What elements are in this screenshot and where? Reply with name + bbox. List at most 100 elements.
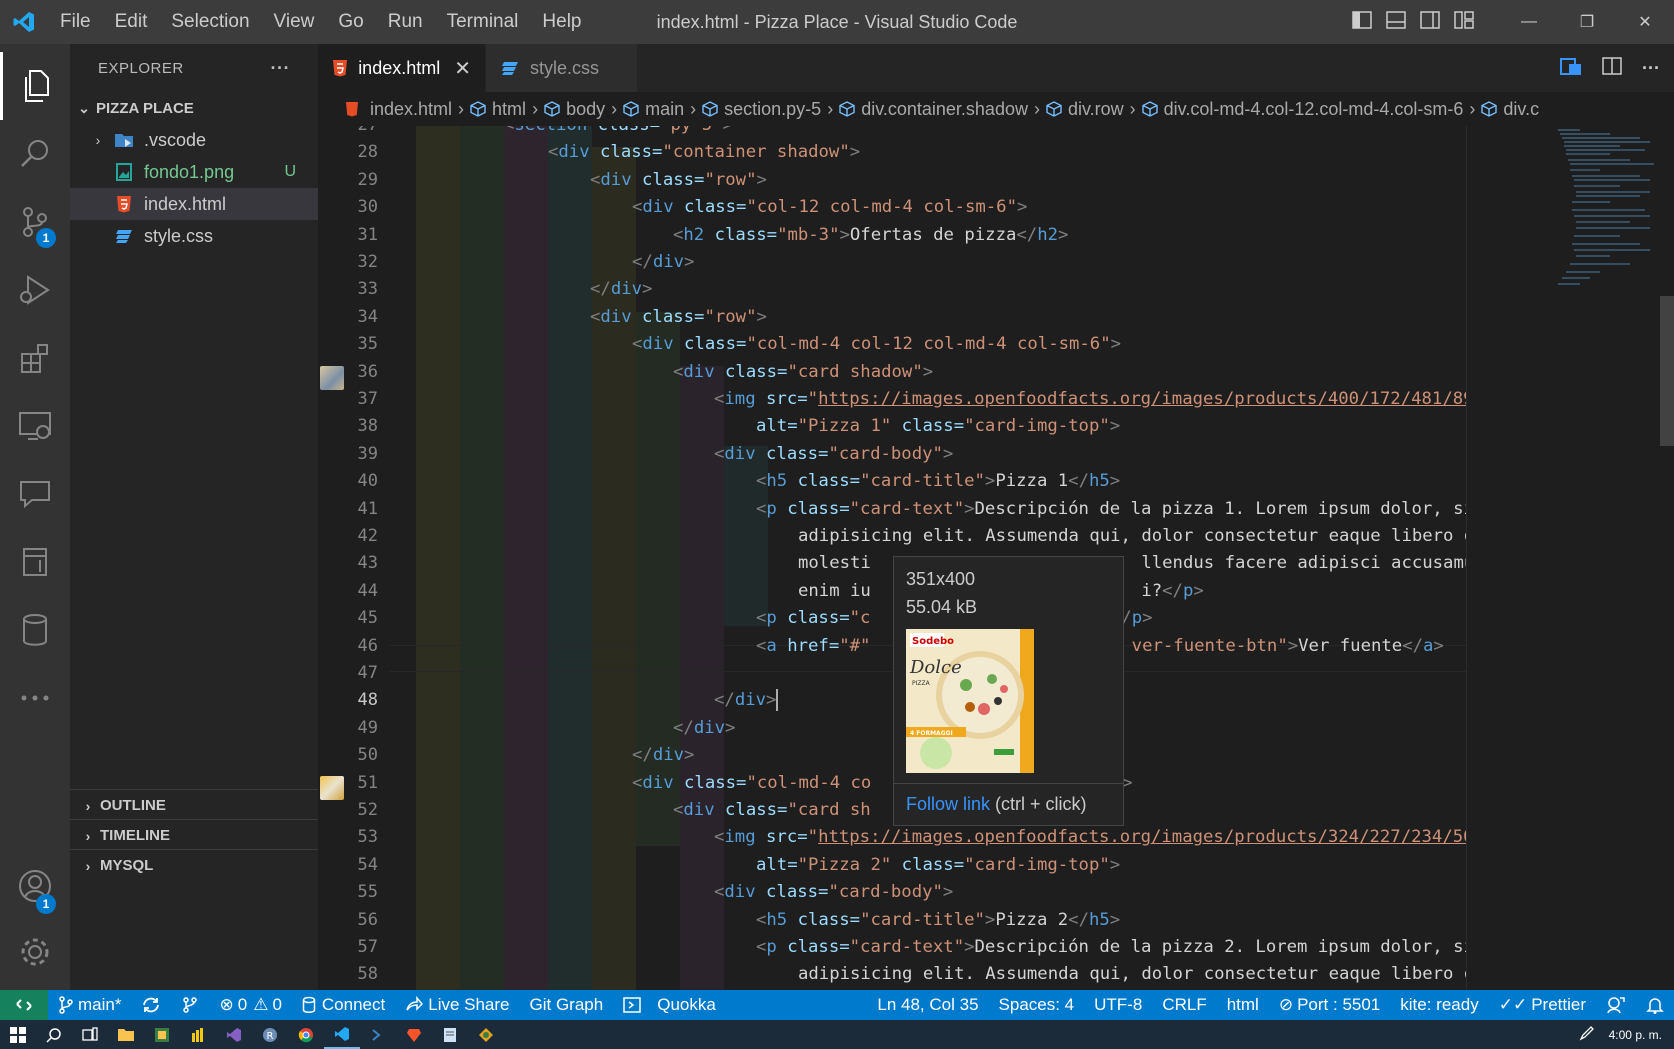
- notifications-bell-icon[interactable]: [1636, 990, 1674, 1020]
- breadcrumb-body[interactable]: › body: [526, 99, 605, 120]
- menu-go[interactable]: Go: [326, 11, 375, 33]
- tab-label: style.css: [530, 57, 600, 78]
- more-icon[interactable]: [0, 664, 70, 732]
- menu-edit[interactable]: Edit: [103, 11, 160, 33]
- cursor-position[interactable]: Ln 48, Col 35: [867, 990, 988, 1020]
- database-icon[interactable]: [0, 596, 70, 664]
- menu-view[interactable]: View: [262, 11, 327, 33]
- mysql-section[interactable]: › MYSQL: [70, 849, 318, 881]
- tab-index-html[interactable]: index.html ✕: [318, 44, 486, 92]
- task-view-icon[interactable]: [72, 1020, 108, 1049]
- powershell-icon[interactable]: [360, 1020, 396, 1049]
- editor-more-actions-icon[interactable]: ···: [1642, 58, 1660, 79]
- close-window-button[interactable]: ✕: [1616, 0, 1674, 44]
- indent-guide: [592, 147, 636, 990]
- connect-button[interactable]: Connect: [292, 990, 395, 1020]
- git-graph-button[interactable]: Git Graph: [520, 990, 614, 1020]
- breadcrumb-html[interactable]: › html: [452, 99, 526, 120]
- breadcrumb-file[interactable]: index.html: [342, 99, 452, 120]
- remote-explorer-icon[interactable]: [0, 392, 70, 460]
- vertical-scrollbar[interactable]: [1660, 296, 1674, 446]
- breadcrumb-col[interactable]: › div.col-md-4.col-12.col-md-4.col-sm-6: [1124, 99, 1464, 120]
- image-url-link[interactable]: https://images.openfoodfacts.org/images/…: [818, 389, 1484, 409]
- breadcrumb-row[interactable]: › div.row: [1028, 99, 1124, 120]
- tree-item-style-css[interactable]: style.css: [70, 220, 318, 252]
- kite-status[interactable]: kite: ready: [1390, 990, 1488, 1020]
- line-number: 42: [357, 526, 378, 546]
- breadcrumb-label: div.col-md-4.col-12.col-md-4.col-sm-6: [1163, 98, 1464, 119]
- toggle-secondary-sidebar-icon[interactable]: [1420, 10, 1440, 34]
- source-control-icon[interactable]: 1: [0, 188, 70, 256]
- activity-bar: 1 1: [0, 44, 70, 990]
- app-icon-2[interactable]: [180, 1020, 216, 1049]
- live-share-icon[interactable]: [0, 460, 70, 528]
- file-explorer-icon[interactable]: [108, 1020, 144, 1049]
- sync-icon[interactable]: [131, 990, 171, 1020]
- breadcrumb-card[interactable]: › div.c: [1463, 99, 1539, 120]
- problems-status[interactable]: ⊗ 0 ⚠ 0: [209, 990, 291, 1020]
- breadcrumb-container[interactable]: › div.container.shadow: [821, 99, 1028, 120]
- tree-item-vscode-folder[interactable]: › .vscode: [70, 124, 318, 156]
- clock[interactable]: 4:00 p. m.: [1609, 1028, 1662, 1042]
- testing-icon[interactable]: [0, 528, 70, 596]
- breadcrumb-main[interactable]: › main: [605, 99, 684, 120]
- breadcrumb-label: main: [645, 98, 685, 119]
- tree-item-index-html[interactable]: index.html: [70, 188, 318, 220]
- run-debug-icon[interactable]: [0, 256, 70, 324]
- toggle-panel-icon[interactable]: [1386, 10, 1406, 34]
- menu-selection[interactable]: Selection: [159, 11, 261, 33]
- split-editor-icon[interactable]: [1602, 56, 1622, 80]
- windows-start-icon[interactable]: [0, 1020, 36, 1049]
- minimap[interactable]: [1550, 126, 1660, 296]
- notepad-icon[interactable]: [432, 1020, 468, 1049]
- toggle-sidebar-icon[interactable]: [1352, 10, 1372, 34]
- live-server-port[interactable]: ⊘ Port : 5501: [1269, 990, 1390, 1020]
- menu-file[interactable]: File: [48, 11, 103, 33]
- live-share-button[interactable]: Live Share: [395, 990, 519, 1020]
- minimize-button[interactable]: —: [1500, 0, 1558, 44]
- code-line: <section class="py-5">: [504, 126, 733, 139]
- line-number: 29: [357, 169, 378, 190]
- app-icon[interactable]: [144, 1020, 180, 1049]
- pen-icon[interactable]: [1579, 1025, 1595, 1044]
- tree-item-fondo1[interactable]: fondo1.png U: [70, 156, 318, 188]
- outline-section[interactable]: › OUTLINE: [70, 789, 318, 821]
- close-tab-icon[interactable]: ✕: [454, 56, 471, 81]
- quokka-button[interactable]: Quokka: [613, 990, 726, 1020]
- menu-run[interactable]: Run: [376, 11, 435, 33]
- settings-gear-icon[interactable]: [0, 918, 70, 986]
- vscode-icon[interactable]: [324, 1020, 360, 1049]
- app-icon-3[interactable]: [468, 1020, 504, 1049]
- project-folder[interactable]: ⌄ PIZZA PLACE: [70, 92, 318, 124]
- menu-help[interactable]: Help: [530, 11, 593, 33]
- customize-layout-icon[interactable]: [1454, 10, 1474, 34]
- git-graph-branch-icon[interactable]: [171, 990, 209, 1020]
- extensions-icon[interactable]: [0, 324, 70, 392]
- menu-terminal[interactable]: Terminal: [435, 11, 531, 33]
- tab-style-css[interactable]: style.css: [486, 44, 638, 92]
- feedback-icon[interactable]: [1596, 990, 1636, 1020]
- breadcrumb-section[interactable]: › section.py-5: [684, 99, 821, 120]
- chrome-icon[interactable]: [288, 1020, 324, 1049]
- encoding[interactable]: UTF-8: [1084, 990, 1152, 1020]
- vscode-logo-icon: [0, 0, 48, 44]
- prettier-status[interactable]: ✓✓ Prettier: [1489, 990, 1596, 1020]
- follow-link[interactable]: Follow link: [906, 794, 990, 814]
- open-preview-icon[interactable]: [1560, 56, 1582, 81]
- search-icon[interactable]: [36, 1020, 72, 1049]
- indentation[interactable]: Spaces: 4: [989, 990, 1085, 1020]
- timeline-section[interactable]: › TIMELINE: [70, 819, 318, 851]
- visual-studio-icon[interactable]: [216, 1020, 252, 1049]
- branch-status[interactable]: main*: [48, 990, 131, 1020]
- remote-indicator-icon[interactable]: [0, 990, 48, 1020]
- brave-icon[interactable]: [396, 1020, 432, 1049]
- explorer-icon[interactable]: [0, 52, 70, 120]
- r-icon[interactable]: R: [252, 1020, 288, 1049]
- end-of-line[interactable]: CRLF: [1152, 990, 1216, 1020]
- explorer-more-actions[interactable]: ···: [271, 58, 290, 79]
- accounts-icon[interactable]: 1: [0, 852, 70, 920]
- search-icon[interactable]: [0, 120, 70, 188]
- language-mode[interactable]: html: [1217, 990, 1269, 1020]
- image-url-link[interactable]: https://images.openfoodfacts.org/images/…: [818, 827, 1484, 847]
- restore-button[interactable]: ❐: [1558, 0, 1616, 44]
